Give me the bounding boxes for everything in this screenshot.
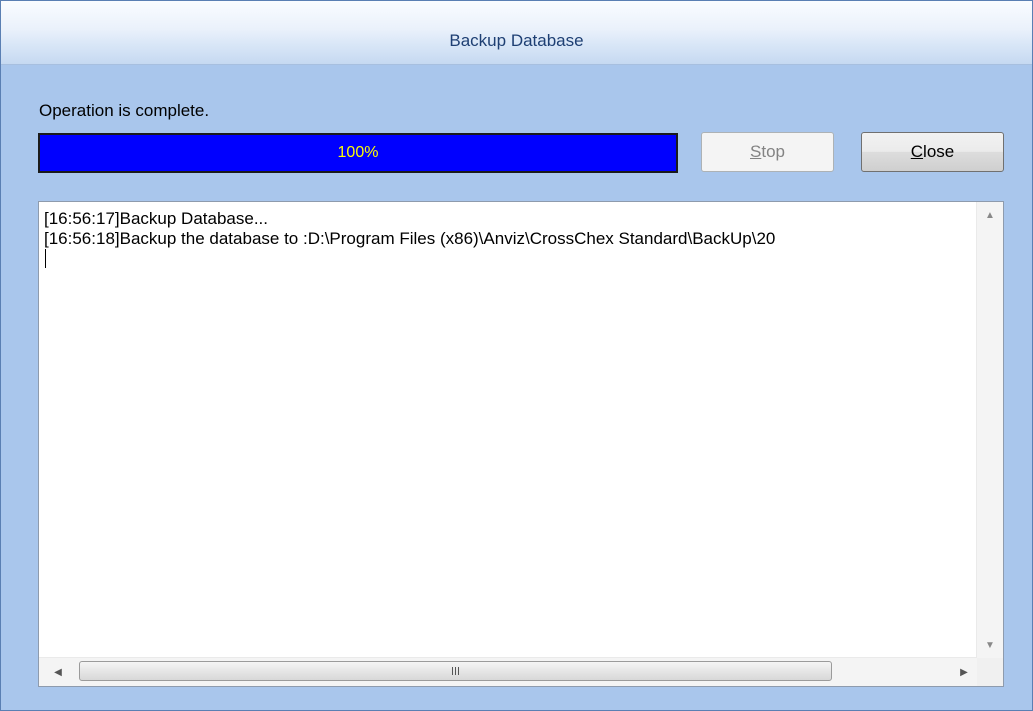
window-title: Backup Database <box>449 31 584 50</box>
status-label: Operation is complete. <box>39 101 210 120</box>
close-button-label: lose <box>923 142 955 161</box>
stop-button[interactable]: Stop <box>701 132 834 172</box>
horizontal-scrollbar[interactable]: ◀ ▶ <box>39 657 977 686</box>
log-cursor-line <box>44 249 975 269</box>
scroll-grip-icon <box>452 667 459 675</box>
horizontal-scroll-thumb[interactable] <box>79 661 832 681</box>
progress-percent-label: 100% <box>337 144 379 161</box>
vertical-scrollbar[interactable]: ▲ ▼ <box>976 202 1003 658</box>
backup-database-window: Backup Database Operation is complete. 1… <box>0 0 1033 711</box>
log-line: [16:56:18]Backup the database to :D:\Pro… <box>44 229 776 248</box>
log-content[interactable]: [16:56:17]Backup Database... [16:56:18]B… <box>44 209 975 656</box>
scroll-right-arrow-icon[interactable]: ▶ <box>951 658 977 686</box>
scroll-left-arrow-icon[interactable]: ◀ <box>45 658 71 686</box>
log-textarea[interactable]: [16:56:17]Backup Database... [16:56:18]B… <box>38 201 1004 687</box>
stop-button-label: top <box>761 142 785 161</box>
progress-bar: 100% <box>38 133 678 173</box>
log-line: [16:56:17]Backup Database... <box>44 209 268 228</box>
text-caret <box>45 249 46 268</box>
title-bar[interactable]: Backup Database <box>1 1 1032 65</box>
close-button[interactable]: Close <box>861 132 1004 172</box>
scrollbar-corner <box>977 658 1003 686</box>
close-button-mnemonic: C <box>910 142 924 161</box>
scroll-up-arrow-icon[interactable]: ▲ <box>977 202 1003 228</box>
stop-button-mnemonic: S <box>750 142 762 161</box>
scroll-down-arrow-icon[interactable]: ▼ <box>977 632 1003 658</box>
